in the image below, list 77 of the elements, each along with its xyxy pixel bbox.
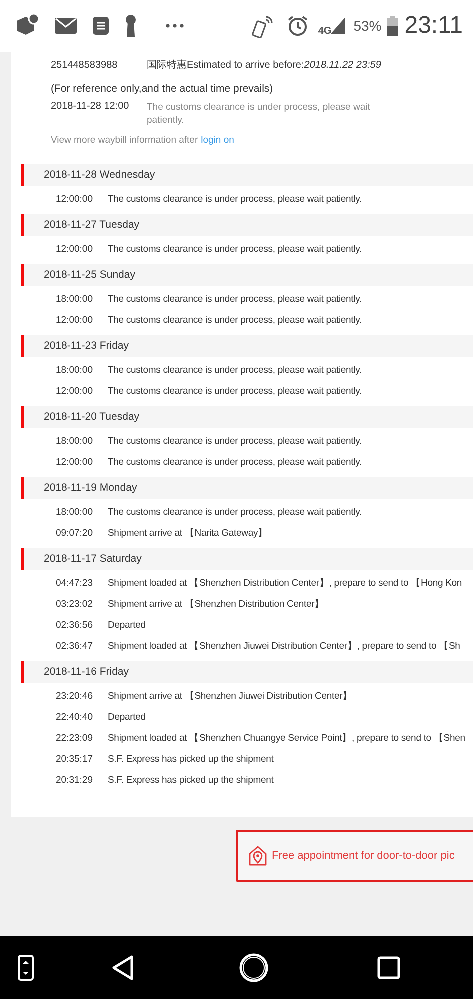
event-text: Shipment arrive at 【Shenzhen Jiuwei Distribution Center】 xyxy=(108,690,352,703)
screen-toggle-icon[interactable] xyxy=(18,954,34,980)
date-marker xyxy=(21,661,24,683)
event-time: 18:00:00 xyxy=(56,507,94,518)
event-text: The customs clearance is under process, please wait patiently. xyxy=(108,315,362,326)
event-time: 20:31:29 xyxy=(56,775,94,786)
alarm-clock-icon xyxy=(287,15,310,37)
event-time: 12:00:00 xyxy=(56,315,94,326)
more-info-text: View more waybill information after xyxy=(51,135,198,146)
date-marker xyxy=(21,164,24,186)
login-link[interactable]: login on xyxy=(201,135,234,146)
event-text: The customs clearance is under process, please wait patiently. xyxy=(108,457,362,468)
date-label: 2018-11-20 Tuesday xyxy=(44,411,140,423)
estimated-arrival: 国际特惠Estimated to arrive before:2018.11.22 23:59 xyxy=(147,58,382,72)
date-label: 2018-11-23 Friday xyxy=(44,340,130,352)
event-text: The customs clearance is under process, please wait patiently. xyxy=(108,294,362,305)
event-time: 22:23:09 xyxy=(56,733,94,744)
event-time: 20:35:17 xyxy=(56,754,94,765)
battery-icon xyxy=(386,16,398,36)
event-time: 04:47:23 xyxy=(56,578,94,589)
network-type: 4G xyxy=(318,26,332,37)
event-text: The customs clearance is under process, please wait patiently. xyxy=(108,386,362,397)
event-text: Shipment arrive at 【Narita Gateway】 xyxy=(108,527,268,540)
pickup-button[interactable]: Free appointment for door-to-door pic xyxy=(236,830,473,882)
event-text: The customs clearance is under process, please wait patiently. xyxy=(108,194,362,205)
event-text: The customs clearance is under process, please wait patiently. xyxy=(108,507,362,518)
event-time: 12:00:00 xyxy=(56,194,94,205)
recents-icon[interactable] xyxy=(377,956,401,980)
document-icon xyxy=(92,16,110,36)
date-label: 2018-11-19 Monday xyxy=(44,482,138,494)
back-icon[interactable] xyxy=(111,954,135,980)
event-text: Shipment arrive at 【Shenzhen Distribution Center】 xyxy=(108,598,324,611)
event-time: 22:40:40 xyxy=(56,712,94,723)
event-time: 02:36:56 xyxy=(56,620,94,631)
event-time: 09:07:20 xyxy=(56,528,94,539)
reference-note: (For reference only,and the actual time prevails) xyxy=(51,83,274,95)
keyhole-icon xyxy=(124,14,138,38)
event-text: Shipment loaded at 【Shenzhen Distribution Center】, prepare to send to 【Hong Kon xyxy=(108,577,462,590)
event-time: 23:20:46 xyxy=(56,691,94,702)
date-marker xyxy=(21,335,24,357)
latest-time: 2018-11-28 12:00 xyxy=(51,101,130,114)
event-time: 12:00:00 xyxy=(56,244,94,255)
event-text: Departed xyxy=(108,712,146,723)
more-dots-icon xyxy=(166,24,184,28)
date-marker xyxy=(21,406,24,428)
battery-percent: 53% xyxy=(354,18,382,34)
date-label: 2018-11-17 Saturday xyxy=(44,553,142,565)
clock-time: 23:11 xyxy=(404,12,463,40)
event-time: 12:00:00 xyxy=(56,457,94,468)
event-time: 02:36:47 xyxy=(56,641,94,652)
event-time: 18:00:00 xyxy=(56,365,94,376)
date-label: 2018-11-16 Friday xyxy=(44,666,130,678)
event-text: Shipment loaded at 【Shenzhen Chuangye Service Point】, prepare to send to 【Shen xyxy=(108,732,466,745)
waybill-number: 251448583988 xyxy=(51,60,119,70)
date-label: 2018-11-28 Wednesday xyxy=(44,169,156,181)
date-label: 2018-11-27 Tuesday xyxy=(44,219,140,231)
home-icon[interactable] xyxy=(239,952,269,982)
event-text: The customs clearance is under process, please wait patiently. xyxy=(108,436,362,447)
event-text: S.F. Express has picked up the shipment xyxy=(108,775,274,786)
date-label: 2018-11-25 Sunday xyxy=(44,269,136,281)
event-text: S.F. Express has picked up the shipment xyxy=(108,754,274,765)
date-marker xyxy=(21,214,24,236)
event-time: 03:23:02 xyxy=(56,599,94,610)
event-text: Departed xyxy=(108,620,146,631)
event-time: 18:00:00 xyxy=(56,436,94,447)
house-pin-icon xyxy=(248,845,268,867)
date-marker xyxy=(21,548,24,570)
event-text: The customs clearance is under process, please wait patiently. xyxy=(108,365,362,376)
event-time: 12:00:00 xyxy=(56,386,94,397)
latest-status: The customs clearance is under process, please wait patiently. xyxy=(147,101,372,127)
event-time: 18:00:00 xyxy=(56,294,94,305)
event-text: The customs clearance is under process, please wait patiently. xyxy=(108,244,362,255)
date-marker xyxy=(21,477,24,499)
date-marker xyxy=(21,264,24,286)
event-text: Shipment loaded at 【Shenzhen Jiuwei Distribution Center】, prepare to send to 【Sh xyxy=(108,640,460,653)
signal-icon xyxy=(330,18,345,34)
mail-icon xyxy=(54,16,78,36)
